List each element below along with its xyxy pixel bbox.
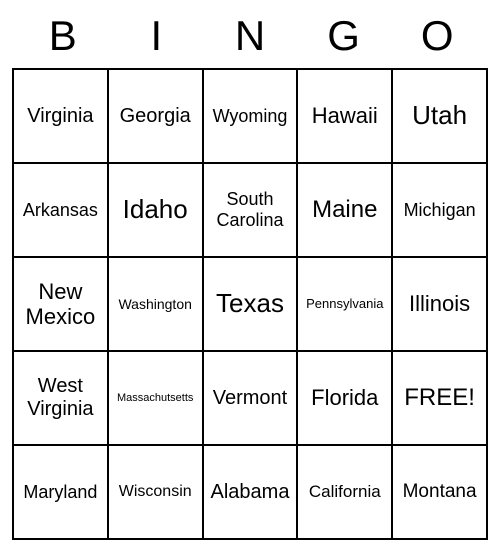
- bingo-cell-1-1[interactable]: Idaho: [108, 163, 203, 257]
- bingo-cell-4-4[interactable]: Montana: [392, 445, 487, 539]
- bingo-header-letter-3: G: [297, 12, 391, 60]
- bingo-cell-1-4[interactable]: Michigan: [392, 163, 487, 257]
- bingo-cell-3-0[interactable]: West Virginia: [13, 351, 108, 445]
- bingo-cell-2-2[interactable]: Texas: [203, 257, 298, 351]
- bingo-header-letter-1: I: [110, 12, 204, 60]
- bingo-cell-3-4[interactable]: FREE!: [392, 351, 487, 445]
- bingo-header: BINGO: [12, 12, 488, 60]
- bingo-cell-2-3[interactable]: Pennsylvania: [297, 257, 392, 351]
- bingo-header-letter-0: B: [16, 12, 110, 60]
- bingo-cell-4-0[interactable]: Maryland: [13, 445, 108, 539]
- bingo-cell-0-1[interactable]: Georgia: [108, 69, 203, 163]
- bingo-cell-0-3[interactable]: Hawaii: [297, 69, 392, 163]
- bingo-cell-0-4[interactable]: Utah: [392, 69, 487, 163]
- bingo-cell-1-2[interactable]: South Carolina: [203, 163, 298, 257]
- bingo-cell-4-1[interactable]: Wisconsin: [108, 445, 203, 539]
- bingo-header-letter-2: N: [203, 12, 297, 60]
- bingo-cell-2-0[interactable]: New Mexico: [13, 257, 108, 351]
- bingo-cell-2-4[interactable]: Illinois: [392, 257, 487, 351]
- bingo-cell-4-3[interactable]: California: [297, 445, 392, 539]
- bingo-grid: VirginiaGeorgiaWyomingHawaiiUtah Arkansas…: [12, 68, 488, 540]
- bingo-cell-0-2[interactable]: Wyoming: [203, 69, 298, 163]
- bingo-header-letter-4: O: [390, 12, 484, 60]
- bingo-cell-3-1[interactable]: Massachutsetts: [108, 351, 203, 445]
- bingo-cell-3-2[interactable]: Vermont: [203, 351, 298, 445]
- bingo-cell-1-0[interactable]: Arkansas: [13, 163, 108, 257]
- bingo-cell-2-1[interactable]: Washington: [108, 257, 203, 351]
- bingo-cell-1-3[interactable]: Maine: [297, 163, 392, 257]
- bingo-cell-4-2[interactable]: Alabama: [203, 445, 298, 539]
- bingo-cell-0-0[interactable]: Virginia: [13, 69, 108, 163]
- bingo-cell-3-3[interactable]: Florida: [297, 351, 392, 445]
